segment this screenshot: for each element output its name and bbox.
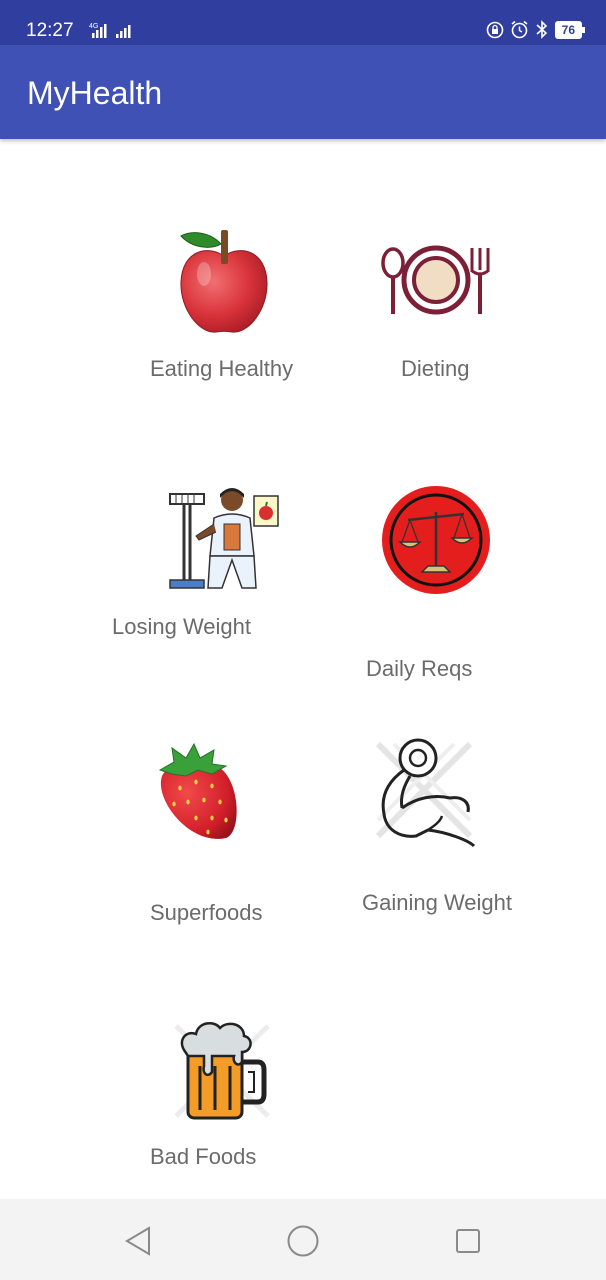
status-bar: 12:27 4G 76 [0,0,606,45]
home-circle-icon [287,1225,319,1257]
status-time: 12:27 [26,20,74,41]
battery-icon: 76 [554,20,586,39]
strawberry-icon [158,742,237,839]
superfoods-tile[interactable]: Superfoods [150,740,280,930]
daily-reqs-tile[interactable]: Daily Reqs [366,484,490,684]
superfoods-label: Superfoods [150,900,263,925]
bad-foods-tile[interactable]: Bad Foods [150,1014,270,1174]
recents-button[interactable] [448,1221,488,1261]
daily-reqs-label: Daily Reqs [366,656,473,681]
balance-scale-icon [382,486,490,594]
signal-4g-icon: 4G [89,23,131,38]
alarm-icon [511,20,528,39]
losing-weight-label: Losing Weight [112,614,252,639]
back-button[interactable] [118,1221,158,1261]
bluetooth-icon [536,20,547,39]
gaining-weight-tile[interactable]: Gaining Weight [362,736,522,920]
eating-healthy-tile[interactable]: Eating Healthy [150,222,302,392]
bad-foods-label: Bad Foods [150,1144,257,1169]
flexed-arm-icon [375,738,476,848]
network-type-text: 4G [89,23,98,30]
plate-utensils-icon [381,245,490,315]
back-triangle-icon [125,1226,150,1256]
beer-mug-icon [174,1021,270,1120]
home-button[interactable] [283,1221,323,1261]
gaining-weight-label: Gaining Weight [362,890,513,915]
dieting-label: Dieting [401,356,470,381]
losing-weight-tile[interactable]: Losing Weight [112,484,282,644]
app-bar: MyHealth [0,45,606,139]
weigh-scale-nurse-icon [169,488,279,589]
app-title: MyHealth [27,75,163,111]
recents-square-icon [456,1229,480,1253]
eating-healthy-label: Eating Healthy [150,356,294,381]
dieting-tile[interactable]: Dieting [378,240,498,390]
lock-rotation-icon [486,21,503,38]
navigation-bar [0,1199,606,1280]
apple-icon [180,230,268,333]
